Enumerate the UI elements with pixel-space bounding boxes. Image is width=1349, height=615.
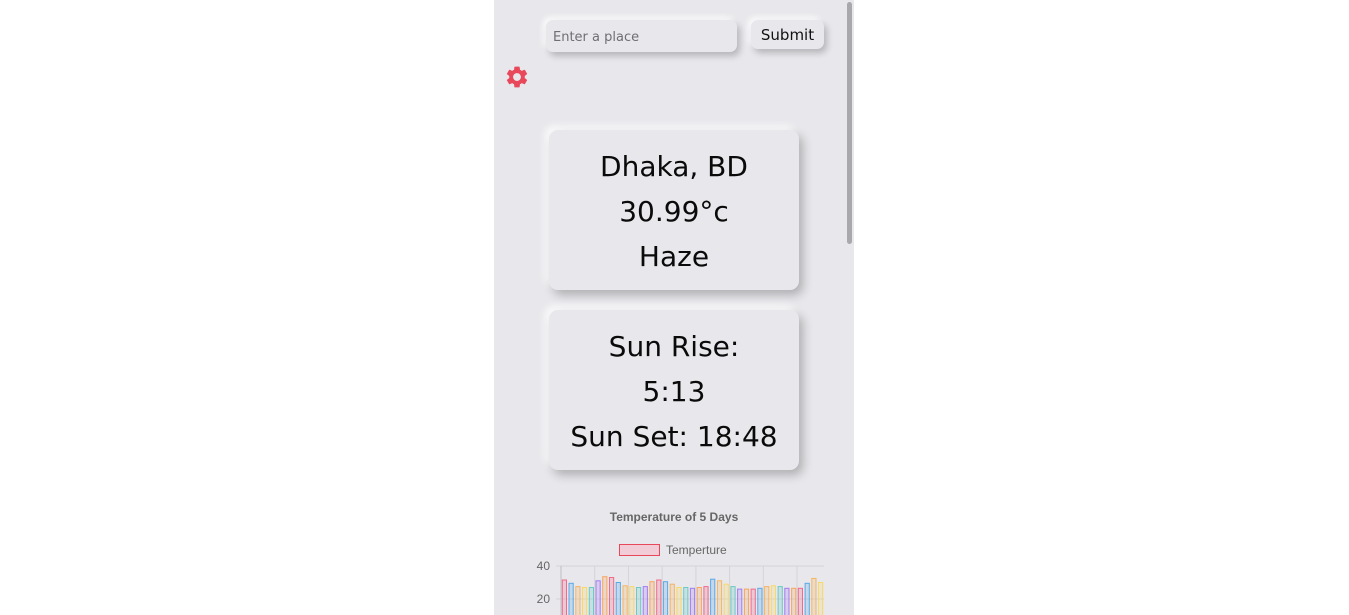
chart-bar[interactable] xyxy=(642,586,648,615)
sun-card: Sun Rise: 5:13 Sun Set: 18:48 xyxy=(549,310,799,470)
chart-bar[interactable] xyxy=(791,587,797,615)
chart-bar[interactable] xyxy=(649,581,655,615)
chart-bar[interactable] xyxy=(595,580,601,615)
chart-bar[interactable] xyxy=(743,588,750,615)
chart-bar[interactable] xyxy=(804,582,810,615)
chart-bar[interactable] xyxy=(797,587,803,615)
chart-bar[interactable] xyxy=(662,581,669,615)
chart-bar[interactable] xyxy=(582,587,588,615)
chart-bar[interactable] xyxy=(609,577,615,615)
chart-bar[interactable] xyxy=(764,586,770,615)
chart-bar[interactable] xyxy=(777,586,783,615)
sunrise-label: Sun Rise: xyxy=(608,330,740,363)
chart-bar[interactable] xyxy=(811,577,817,615)
chart-bar[interactable] xyxy=(723,583,729,615)
chart-bar[interactable] xyxy=(636,587,642,615)
y-tick-label: 40 xyxy=(537,559,551,573)
temperature-chart: Temperature of 5 Days Temperture 40 20 xyxy=(537,510,824,615)
chart-bar[interactable] xyxy=(683,587,689,615)
chart-bar[interactable] xyxy=(750,588,756,615)
chart-bar[interactable] xyxy=(710,578,716,615)
chart-bar[interactable] xyxy=(676,587,682,615)
submit-button[interactable]: Submit xyxy=(751,20,824,49)
temperature-value: 30.99°c xyxy=(619,195,729,228)
chart-bar[interactable] xyxy=(615,582,621,615)
sunset-text: Sun Set: 18:48 xyxy=(570,420,778,453)
chart-bar[interactable] xyxy=(737,588,743,615)
chart-title: Temperature of 5 Days xyxy=(610,510,739,524)
chart-bar[interactable] xyxy=(730,586,736,615)
chart-bar[interactable] xyxy=(696,587,702,615)
weather-card: Dhaka, BD 30.99°c Haze xyxy=(549,130,799,290)
chart-bar[interactable] xyxy=(703,586,709,615)
chart-bar[interactable] xyxy=(602,576,608,615)
legend-swatch[interactable] xyxy=(619,544,660,556)
chart-bar[interactable] xyxy=(561,579,568,615)
chart-bar[interactable] xyxy=(669,583,675,615)
chart-bar[interactable] xyxy=(568,582,574,615)
chart-bar[interactable] xyxy=(716,580,723,615)
chart-bar[interactable] xyxy=(622,585,628,615)
chart-bar[interactable] xyxy=(770,585,776,615)
chart-bar[interactable] xyxy=(588,587,595,615)
chart-bar[interactable] xyxy=(629,586,635,615)
chart-bar[interactable] xyxy=(689,587,696,615)
scrollbar[interactable] xyxy=(845,0,854,615)
chart-bar[interactable] xyxy=(656,579,662,615)
chart-bar[interactable] xyxy=(818,582,824,615)
scrollbar-thumb[interactable] xyxy=(847,2,852,244)
chart-bar[interactable] xyxy=(575,586,581,615)
chart-bar[interactable] xyxy=(784,587,790,615)
gear-icon[interactable] xyxy=(504,64,530,90)
y-tick-label: 20 xyxy=(537,592,551,606)
weather-app: Submit Dhaka, BD 30.99°c Haze Sun Rise: … xyxy=(494,0,854,615)
search-input[interactable] xyxy=(546,20,737,52)
sunrise-time: 5:13 xyxy=(642,375,706,408)
location-name: Dhaka, BD xyxy=(600,150,748,183)
chart-bar[interactable] xyxy=(757,587,763,615)
weather-condition: Haze xyxy=(638,240,710,273)
legend-label: Temperture xyxy=(666,543,727,557)
